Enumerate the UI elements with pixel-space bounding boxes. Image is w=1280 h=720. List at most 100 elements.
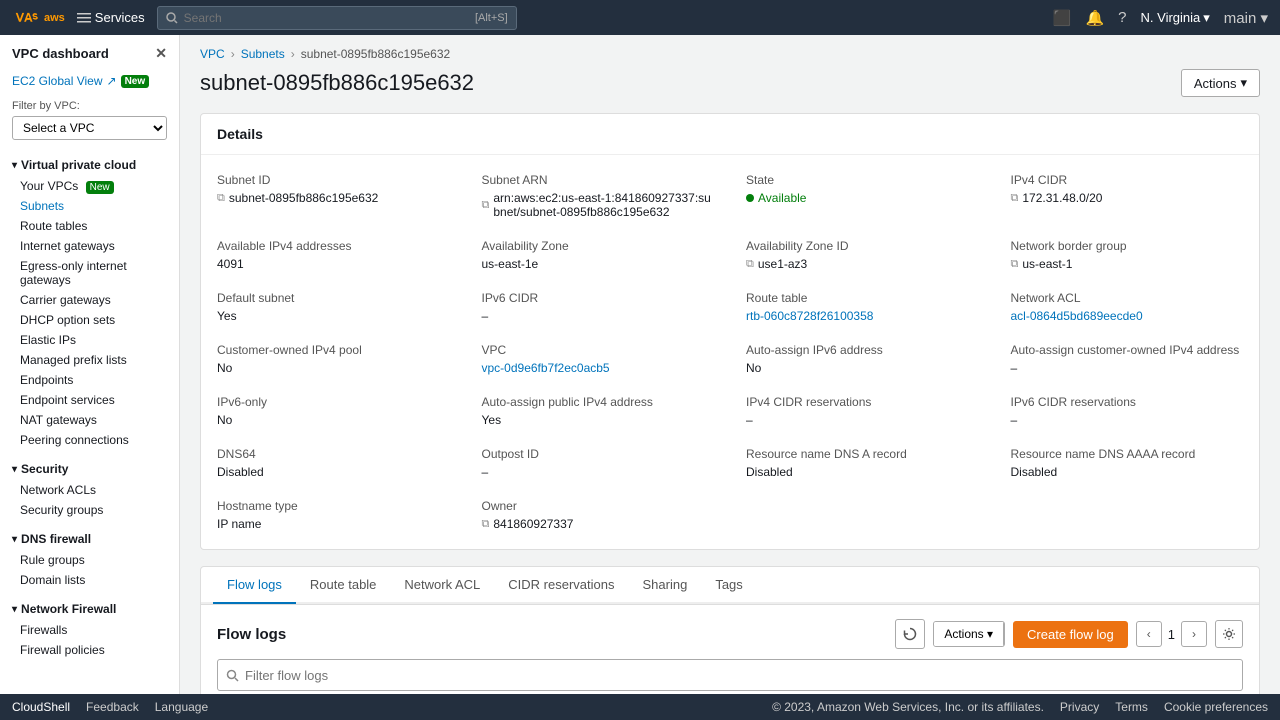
detail-ipv4-cidr: IPv4 CIDR ⧉ 172.31.48.0/20 [995, 163, 1260, 229]
network-acl-link[interactable]: acl-0864d5bd689eecde0 [1011, 309, 1143, 323]
detail-network-border-group: Network border group ⧉ us-east-1 [995, 229, 1260, 281]
detail-ipv6-cidr: IPv6 CIDR – [466, 281, 731, 333]
sidebar-item-peering-connections[interactable]: Peering connections [0, 430, 179, 450]
flow-logs-filter-input[interactable] [245, 668, 1234, 683]
breadcrumb-subnets[interactable]: Subnets [241, 47, 285, 61]
sidebar-section-header-dns[interactable]: ▾ DNS firewall [0, 528, 179, 550]
detail-state: State Available [730, 163, 995, 229]
sidebar-item-rule-groups[interactable]: Rule groups [0, 550, 179, 570]
sidebar-item-network-acls[interactable]: Network ACLs [0, 480, 179, 500]
vpc-link[interactable]: vpc-0d9e6fb7f2ec0acb5 [482, 361, 610, 375]
details-card: Details Subnet ID ⧉ subnet-0895fb886c195… [200, 113, 1260, 550]
detail-ipv6-cidr-reservations: IPv6 CIDR reservations – [995, 385, 1260, 437]
flow-logs-title: Flow logs [217, 626, 286, 643]
terms-link[interactable]: Terms [1115, 700, 1148, 714]
route-table-link[interactable]: rtb-060c8728f26100358 [746, 309, 873, 323]
cloud-icon[interactable]: ⬛ [1053, 9, 1072, 27]
filter-vpc: Filter by VPC: Select a VPC [0, 96, 179, 148]
page-header: subnet-0895fb886c195e632 Actions ▾ [180, 69, 1280, 113]
search-input[interactable] [184, 11, 469, 25]
copy-icon[interactable]: ⧉ [1011, 258, 1019, 271]
sidebar-item-firewalls[interactable]: Firewalls [0, 620, 179, 640]
sidebar-item-firewall-policies[interactable]: Firewall policies [0, 640, 179, 660]
detail-outpost-id: Outpost ID – [466, 437, 731, 489]
sidebar-item-endpoints[interactable]: Endpoints [0, 370, 179, 390]
sidebar-section-security: ▾ Security Network ACLs Security groups [0, 452, 179, 522]
detail-az-id: Availability Zone ID ⧉ use1-az3 [730, 229, 995, 281]
detail-owner: Owner ⧉ 841860927337 [466, 489, 731, 541]
sidebar-section-header-vpc[interactable]: ▾ Virtual private cloud [0, 154, 179, 176]
copy-icon[interactable]: ⧉ [1011, 192, 1019, 205]
detail-ipv4-cidr-reservations: IPv4 CIDR reservations – [730, 385, 995, 437]
sidebar-section-network-firewall: ▾ Network Firewall Firewalls Firewall po… [0, 592, 179, 662]
detail-subnet-arn: Subnet ARN ⧉ arn:aws:ec2:us-east-1:84186… [466, 163, 731, 229]
actions-dropdown-button[interactable]: Actions ▾ [934, 622, 1004, 646]
help-icon[interactable]: ? [1118, 9, 1126, 26]
aws-logo[interactable]: aws [12, 9, 65, 27]
services-button[interactable]: Services [77, 10, 145, 25]
sidebar-item-elastic-ips[interactable]: Elastic IPs [0, 330, 179, 350]
copy-icon[interactable]: ⧉ [746, 258, 754, 271]
create-flow-log-button[interactable]: Create flow log [1013, 621, 1128, 648]
sidebar-item-nat-gateways[interactable]: NAT gateways [0, 410, 179, 430]
tab-tags[interactable]: Tags [701, 567, 756, 604]
sidebar-item-dhcp-option-sets[interactable]: DHCP option sets [0, 310, 179, 330]
close-icon[interactable]: ✕ [155, 45, 167, 62]
copy-icon[interactable]: ⧉ [482, 199, 490, 212]
top-navigation: aws Services [Alt+S] ⬛ 🔔 ? N. Virginia ▾… [0, 0, 1280, 35]
tab-cidr-reservations[interactable]: CIDR reservations [494, 567, 628, 604]
sidebar-section-vpc: ▾ Virtual private cloud Your VPCs New Su… [0, 148, 179, 452]
filter-vpc-select[interactable]: Select a VPC [12, 116, 167, 140]
cookie-preferences-link[interactable]: Cookie preferences [1164, 700, 1268, 714]
sidebar-item-managed-prefix-lists[interactable]: Managed prefix lists [0, 350, 179, 370]
detail-resource-dns-a: Resource name DNS A record Disabled [730, 437, 995, 489]
prev-page-button[interactable]: ‹ [1136, 621, 1162, 647]
filter-vpc-label: Filter by VPC: [12, 100, 167, 112]
detail-ipv6-only: IPv6-only No [201, 385, 466, 437]
chevron-down-icon: ▾ [1240, 75, 1247, 91]
chevron-down-icon: ▾ [12, 534, 17, 545]
region-selector[interactable]: N. Virginia ▾ [1141, 10, 1210, 26]
top-nav-right: ⬛ 🔔 ? N. Virginia ▾ main ▾ [1053, 9, 1268, 27]
sidebar-item-domain-lists[interactable]: Domain lists [0, 570, 179, 590]
detail-auto-assign-customer-ipv4: Auto-assign customer-owned IPv4 address … [995, 333, 1260, 385]
sidebar-item-your-vpcs[interactable]: Your VPCs New [0, 176, 179, 196]
language-link[interactable]: Language [155, 700, 208, 714]
actions-button[interactable]: Actions ▾ [1181, 69, 1260, 97]
next-page-button[interactable]: › [1181, 621, 1207, 647]
breadcrumb: VPC › Subnets › subnet-0895fb886c195e632 [180, 35, 1280, 69]
table-settings-button[interactable] [1215, 620, 1243, 648]
sidebar-header: VPC dashboard ✕ [0, 35, 179, 70]
detail-auto-assign-ipv6: Auto-assign IPv6 address No [730, 333, 995, 385]
sidebar-item-carrier-gateways[interactable]: Carrier gateways [0, 290, 179, 310]
privacy-link[interactable]: Privacy [1060, 700, 1099, 714]
sidebar-item-internet-gateways[interactable]: Internet gateways [0, 236, 179, 256]
sidebar-item-endpoint-services[interactable]: Endpoint services [0, 390, 179, 410]
sidebar: VPC dashboard ✕ EC2 Global View ↗ New Fi… [0, 35, 180, 694]
refresh-button[interactable] [895, 619, 925, 649]
sidebar-item-route-tables[interactable]: Route tables [0, 216, 179, 236]
chevron-down-icon: ▾ [12, 160, 17, 171]
tab-sharing[interactable]: Sharing [629, 567, 702, 604]
sidebar-item-security-groups[interactable]: Security groups [0, 500, 179, 520]
tab-flow-logs[interactable]: Flow logs [213, 567, 296, 604]
copy-icon[interactable]: ⧉ [217, 192, 225, 205]
tab-network-acl[interactable]: Network ACL [390, 567, 494, 604]
feedback-link[interactable]: Feedback [86, 700, 139, 714]
sidebar-section-header-security[interactable]: ▾ Security [0, 458, 179, 480]
cloudshell-link[interactable]: CloudShell [12, 700, 70, 714]
tab-route-table[interactable]: Route table [296, 567, 391, 604]
notification-icon[interactable]: 🔔 [1085, 9, 1104, 27]
sidebar-ec2-link[interactable]: EC2 Global View ↗ New [0, 70, 179, 96]
main-content: VPC › Subnets › subnet-0895fb886c195e632… [180, 35, 1280, 694]
details-card-header: Details [201, 114, 1259, 155]
sidebar-section-header-network-firewall[interactable]: ▾ Network Firewall [0, 598, 179, 620]
account-menu[interactable]: main ▾ [1224, 9, 1268, 27]
breadcrumb-vpc[interactable]: VPC [200, 47, 225, 61]
sidebar-item-egress-internet-gateways[interactable]: Egress-only internet gateways [0, 256, 179, 290]
flow-logs-search [217, 659, 1243, 691]
detail-route-table: Route table rtb-060c8728f26100358 [730, 281, 995, 333]
sidebar-item-subnets[interactable]: Subnets [0, 196, 179, 216]
copy-icon[interactable]: ⧉ [482, 518, 490, 531]
page-title: subnet-0895fb886c195e632 [200, 70, 474, 96]
